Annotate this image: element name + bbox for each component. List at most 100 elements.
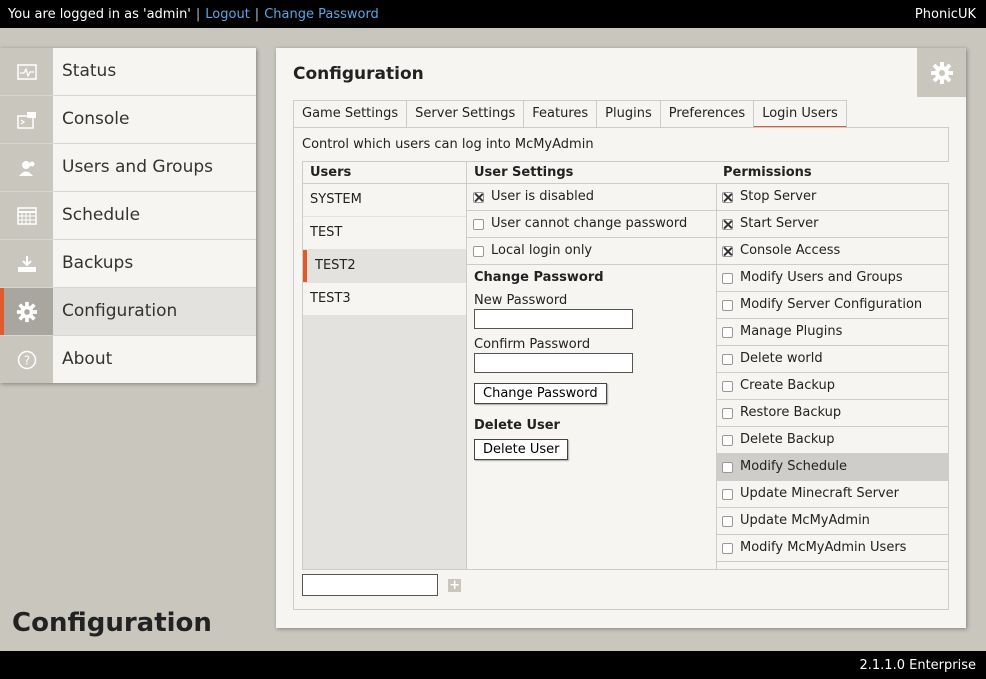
checkbox[interactable] [722, 461, 733, 473]
user-name: TEST3 [310, 291, 351, 306]
permission-label: Start Server [740, 216, 819, 231]
checkbox[interactable] [722, 488, 733, 500]
checkbox-checked[interactable] [473, 191, 484, 203]
separator: | [195, 7, 201, 22]
permission-label: Stop Server [740, 189, 817, 204]
checkbox[interactable] [722, 299, 733, 311]
checkbox-checked[interactable] [722, 218, 733, 230]
active-marker [0, 288, 4, 335]
tab-preferences[interactable]: Preferences [659, 100, 755, 127]
permission-label: Modify McMyAdmin Users [740, 540, 907, 555]
sidebar-item-label: Configuration [62, 301, 178, 321]
local-login-only-option[interactable]: Local login only [467, 238, 716, 265]
tab-plugins[interactable]: Plugins [596, 100, 661, 127]
permissions-header: Permissions [716, 162, 949, 184]
sidebar-item-console[interactable]: Console [0, 96, 256, 144]
permission-console-access[interactable]: Console Access [716, 238, 949, 265]
permission-delete-world[interactable]: Delete world [716, 346, 949, 373]
help-icon: ? [0, 336, 53, 383]
selected-marker [303, 250, 307, 282]
sidebar-item-schedule[interactable]: Schedule [0, 192, 256, 240]
checkbox[interactable] [473, 218, 484, 230]
server-name: PhonicUK [914, 7, 976, 22]
user-row-test[interactable]: TEST [303, 217, 466, 250]
checkbox[interactable] [722, 515, 733, 527]
new-user-input[interactable] [302, 574, 438, 596]
checkbox[interactable] [722, 407, 733, 419]
confirm-password-label: Confirm Password [474, 337, 591, 352]
permission-start-server[interactable]: Start Server [716, 211, 949, 238]
permission-delete-backup[interactable]: Delete Backup [716, 427, 949, 454]
user-row-system[interactable]: SYSTEM [303, 184, 466, 217]
permission-update-minecraft-server[interactable]: Update Minecraft Server [716, 481, 949, 508]
sidebar-item-about[interactable]: ? About [0, 336, 256, 383]
permission-manage-plugins[interactable]: Manage Plugins [716, 319, 949, 346]
permission-label: Update Minecraft Server [740, 486, 899, 501]
new-password-field[interactable] [474, 309, 633, 329]
permission-label: Modify Server Configuration [740, 297, 923, 312]
cannot-change-password-option[interactable]: User cannot change password [467, 211, 716, 238]
permission-create-backup[interactable]: Create Backup [716, 373, 949, 400]
permission-stop-server[interactable]: Stop Server [716, 184, 949, 211]
user-name: TEST [310, 225, 343, 240]
checkbox[interactable] [722, 326, 733, 338]
sidebar-item-label: Backups [62, 253, 134, 273]
gear-icon[interactable] [917, 48, 966, 97]
tab-game-settings[interactable]: Game Settings [293, 100, 408, 127]
checkbox[interactable] [473, 245, 484, 257]
permission-label: Restore Backup [740, 405, 842, 420]
console-icon [0, 96, 53, 143]
checkbox[interactable] [722, 434, 733, 446]
option-label: User cannot change password [491, 216, 688, 231]
permission-label: Delete world [740, 351, 823, 366]
permission-label: Delete Backup [740, 432, 835, 447]
change-password-title: Change Password [474, 270, 604, 285]
permission-label: Manage Plugins [740, 324, 843, 339]
user-settings-header: User Settings [467, 162, 716, 184]
user-name: SYSTEM [310, 192, 362, 207]
sidebar-item-configuration[interactable]: Configuration [0, 288, 256, 336]
sidebar-item-users-and-groups[interactable]: Users and Groups [0, 144, 256, 192]
tab-content: Control which users can log into McMyAdm… [293, 127, 949, 610]
panel-title: Configuration [293, 64, 424, 84]
sidebar-item-label: About [62, 349, 113, 369]
change-password-button[interactable]: Change Password [474, 383, 607, 404]
user-disabled-option[interactable]: User is disabled [467, 184, 716, 211]
delete-user-button[interactable]: Delete User [474, 439, 569, 460]
checkbox[interactable] [722, 353, 733, 365]
checkbox[interactable] [722, 272, 733, 284]
change-password-link[interactable]: Change Password [264, 7, 379, 22]
permission-modify-mcmyadmin-users[interactable]: Modify McMyAdmin Users [716, 535, 949, 562]
sidebar-item-label: Status [62, 61, 117, 81]
delete-user-title: Delete User [474, 418, 560, 433]
page-title: Configuration [12, 608, 212, 638]
tab-server-settings[interactable]: Server Settings [406, 100, 525, 127]
backups-icon [0, 240, 53, 287]
user-name: TEST2 [315, 258, 356, 273]
confirm-password-field[interactable] [474, 353, 633, 373]
permission-restore-backup[interactable]: Restore Backup [716, 400, 949, 427]
checkbox-checked[interactable] [722, 245, 733, 257]
permission-update-mcmyadmin[interactable]: Update McMyAdmin [716, 508, 949, 535]
user-row-test2[interactable]: TEST2 [303, 250, 466, 283]
permission-modify-users-groups[interactable]: Modify Users and Groups [716, 265, 949, 292]
checkbox[interactable] [722, 542, 733, 554]
checkbox[interactable] [722, 380, 733, 392]
sidebar-item-backups[interactable]: Backups [0, 240, 256, 288]
permission-modify-schedule[interactable]: Modify Schedule [716, 454, 949, 481]
sidebar-item-status[interactable]: Status [0, 48, 256, 96]
login-status: You are logged in as 'admin' | Logout | Chan… [8, 7, 379, 22]
schedule-icon [0, 192, 53, 239]
plus-icon[interactable]: + [448, 578, 462, 592]
sidebar-item-label: Schedule [62, 205, 141, 225]
logout-link[interactable]: Logout [205, 7, 250, 22]
gear-icon [0, 288, 53, 335]
permission-label: Create Backup [740, 378, 835, 393]
permission-modify-server-config[interactable]: Modify Server Configuration [716, 292, 949, 319]
tab-login-users[interactable]: Login Users [753, 100, 847, 128]
tab-features[interactable]: Features [523, 100, 598, 127]
option-label: User is disabled [491, 189, 594, 204]
checkbox-checked[interactable] [722, 191, 733, 203]
tab-description: Control which users can log into McMyAdm… [302, 137, 594, 152]
user-row-test3[interactable]: TEST3 [303, 283, 466, 316]
